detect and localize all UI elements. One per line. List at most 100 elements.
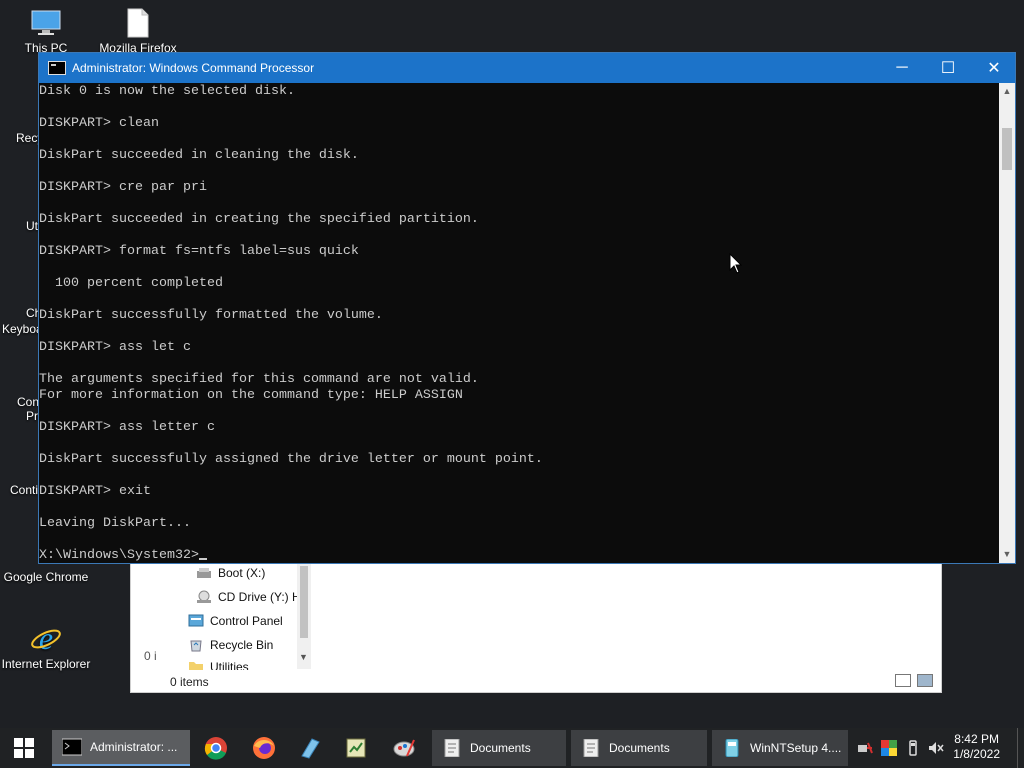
console-output-line: DISKPART> cre par pri [39,180,207,195]
taskbar-item-label: Documents [470,741,531,755]
taskbar-item-label: WinNTSetup 4.... [750,741,842,755]
pinned-notepad-icon[interactable] [298,736,322,760]
nav-item-label: CD Drive (Y:) H [218,590,301,604]
recycle-bin-icon [190,640,202,652]
console-scrollbar[interactable]: ▲ ▼ [999,83,1015,563]
prompt-line[interactable]: X:\Windows\System32> [39,548,999,563]
cmd-icon [62,738,82,756]
this-pc-icon [31,10,61,35]
command-prompt-window[interactable]: Administrator: Windows Command Processor… [38,52,1016,564]
text-cursor [198,558,207,560]
taskbar-item-label: Documents [609,741,670,755]
document-icon [583,739,599,757]
console-output[interactable]: Disk 0 is now the selected disk. DISKPART… [39,83,999,563]
volume-icon[interactable] [928,740,944,756]
console-output-line: Disk 0 is now the selected disk. [39,84,295,99]
cd-drive-icon [197,590,211,603]
pinned-chrome-icon[interactable] [204,736,228,760]
desktop-icon-control-partial-2[interactable]: Pr [26,409,38,423]
console-output-line: DISKPART> ass letter c [39,420,215,435]
scrollbar-thumb[interactable] [300,566,308,638]
nav-item-control-panel[interactable]: Control Panel [188,614,283,628]
pinned-firefox-icon[interactable] [252,736,276,760]
document-icon [444,739,460,757]
console-output-line: The arguments specified for this command… [39,372,479,387]
desktop-icon-this-pc[interactable]: This PC [0,8,92,55]
taskbar-clock[interactable]: 8:42 PM 1/8/2022 [953,732,1000,762]
console-output-line: 100 percent completed [39,276,223,291]
mouse-pointer-icon [729,253,743,274]
clock-time: 8:42 PM [954,732,999,746]
nav-item-utilities[interactable]: Utilities [188,660,249,670]
desktop-icon-label: Google Chrome [3,570,89,584]
ie-icon: e [31,622,61,654]
explorer-status-text: 0 items [170,675,209,689]
taskbar-item-documents-1[interactable]: Documents [432,730,566,766]
console-output-line: DiskPart succeeded in cleaning the disk. [39,148,359,163]
console-output-line: DISKPART> ass let c [39,340,191,355]
clock-date: 1/8/2022 [953,747,1000,761]
chevron-down-icon[interactable]: ▼ [299,652,308,662]
color-icon[interactable] [881,740,897,756]
scroll-up-arrow-icon[interactable]: ▲ [999,83,1015,100]
explorer-view-toggles [895,674,933,687]
desktop-icon-firefox[interactable]: Mozilla Firefox [92,8,184,55]
console-output-line: For more information on the command type… [39,388,463,403]
file-explorer-window[interactable]: 0 i Boot (X:) CD Drive (Y:) H Control Pa… [130,563,942,693]
nav-item-recycle-bin[interactable]: Recycle Bin [188,638,273,652]
pinned-paint-icon[interactable] [392,736,416,760]
maximize-button[interactable]: ☐ [925,53,971,83]
cmd-icon [48,61,66,75]
winntsetup-icon [725,739,739,757]
large-icons-view-icon[interactable] [917,674,933,687]
console-output-line: DiskPart succeeded in creating the speci… [39,212,479,227]
scroll-down-arrow-icon[interactable]: ▼ [999,546,1015,563]
desktop-icon-internet-explorer[interactable]: e Internet Explorer [0,622,92,671]
network-icon[interactable] [857,740,873,756]
desktop-icon-utilities-partial[interactable]: Ut [26,219,38,233]
taskbar: Administrator: ... Documents Documents W… [0,728,1024,768]
desktop-icon-chrome[interactable]: Google Chrome [0,570,92,584]
desktop-icon-keyboard-partial-2[interactable]: Keyboa [2,322,43,336]
desktop-icon-control2-partial[interactable]: Conti [10,483,38,497]
window-titlebar[interactable]: Administrator: Windows Command Processor… [39,53,1015,83]
show-desktop-button[interactable] [1017,728,1024,768]
control-panel-icon [188,614,204,627]
minimize-button[interactable]: ─ [879,53,925,83]
nav-item-cd-drive[interactable]: CD Drive (Y:) H [196,590,301,604]
desktop-icon-control-partial-1[interactable]: Con [17,395,39,409]
window-title: Administrator: Windows Command Processor [72,61,315,75]
nav-item-label: Boot (X:) [218,566,266,580]
close-button[interactable]: ✕ [971,53,1017,83]
explorer-nav-pane: Boot (X:) CD Drive (Y:) H Control Panel … [156,564,311,670]
pinned-spreadsheet-icon[interactable] [344,736,368,760]
nav-item-label: Utilities [210,660,249,670]
nav-item-boot[interactable]: Boot (X:) [196,566,265,580]
windows-logo-icon [14,738,34,758]
console-output-line: DISKPART> format fs=ntfs label=sus quick [39,244,359,259]
drive-icon [197,568,211,578]
taskbar-item-documents-2[interactable]: Documents [571,730,707,766]
console-output-line: DISKPART> clean [39,116,159,131]
scrollbar-thumb[interactable] [1002,128,1012,170]
explorer-nav-scrollbar[interactable]: ▼ [297,564,311,669]
file-icon [127,8,149,38]
console-output-line: DISKPART> exit [39,484,151,499]
desktop-icon-label: Internet Explorer [1,657,91,671]
taskbar-item-cmd[interactable]: Administrator: ... [52,730,190,766]
nav-item-label: Recycle Bin [210,638,274,652]
details-view-icon[interactable] [895,674,911,687]
start-button[interactable] [0,728,48,768]
usb-icon[interactable] [905,740,921,756]
taskbar-item-winntsetup[interactable]: WinNTSetup 4.... [712,730,848,766]
